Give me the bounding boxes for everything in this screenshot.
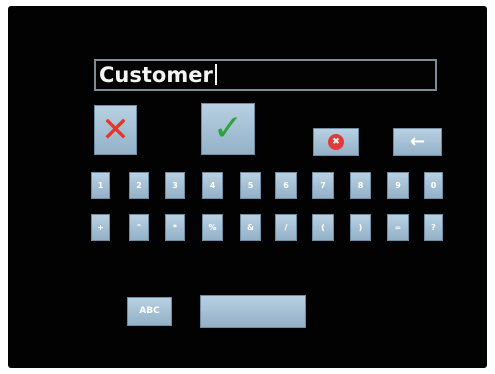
backspace-button[interactable]: ← (393, 128, 442, 156)
key-2[interactable]: 2 (129, 172, 149, 199)
key-percent[interactable]: % (202, 214, 223, 241)
key-4[interactable]: 4 (202, 172, 223, 199)
clear-button[interactable]: ✖ (313, 128, 359, 156)
key-paren-open[interactable]: ( (312, 214, 334, 241)
key-paren-close[interactable]: ) (350, 214, 371, 241)
key-7[interactable]: 7 (312, 172, 334, 199)
key-6[interactable]: 6 (275, 172, 297, 199)
abc-label: ABC (139, 306, 160, 316)
key-label: 9 (395, 180, 401, 190)
key-question[interactable]: ? (424, 214, 443, 241)
key-label: ) (358, 222, 363, 232)
key-5[interactable]: 5 (240, 172, 261, 199)
key-slash[interactable]: / (275, 214, 297, 241)
key-label: * (172, 222, 178, 232)
key-label: 0 (430, 180, 437, 190)
key-label: 4 (209, 180, 216, 190)
key-3[interactable]: 3 (165, 172, 185, 199)
key-8[interactable]: 8 (350, 172, 371, 199)
key-label: " (136, 222, 142, 232)
clear-circle-x-icon: ✖ (328, 134, 344, 150)
key-label: 7 (320, 180, 326, 190)
abc-mode-button[interactable]: ABC (127, 297, 172, 326)
key-equals[interactable]: = (387, 214, 409, 241)
key-quote[interactable]: " (129, 214, 149, 241)
confirm-check-icon: ✓ (212, 108, 244, 149)
key-9[interactable]: 9 (387, 172, 409, 199)
key-label: 8 (357, 180, 364, 190)
key-ampersand[interactable]: & (240, 214, 261, 241)
space-bar[interactable] (200, 295, 306, 328)
key-label: + (97, 222, 104, 232)
key-label: 3 (172, 180, 178, 190)
key-label: ? (431, 222, 436, 232)
key-label: 1 (97, 180, 104, 190)
key-label: % (208, 222, 217, 232)
cancel-x-icon: ✕ (101, 110, 130, 150)
backspace-arrow-icon: ← (409, 131, 426, 152)
key-label: = (394, 222, 402, 232)
input-value: Customer (99, 63, 213, 87)
confirm-button[interactable]: ✓ (201, 103, 255, 155)
key-label: & (247, 222, 254, 232)
key-plus[interactable]: + (91, 214, 110, 241)
text-input-field[interactable]: Customer (94, 59, 437, 91)
cancel-button[interactable]: ✕ (94, 105, 137, 155)
key-label: 5 (247, 180, 254, 190)
key-label: 6 (283, 180, 289, 190)
key-0[interactable]: 0 (424, 172, 443, 199)
key-asterisk[interactable]: * (165, 214, 185, 241)
key-1[interactable]: 1 (91, 172, 110, 199)
key-label: 2 (136, 180, 142, 190)
text-caret (214, 64, 217, 85)
key-label: / (284, 222, 288, 232)
key-label: ( (321, 222, 325, 232)
